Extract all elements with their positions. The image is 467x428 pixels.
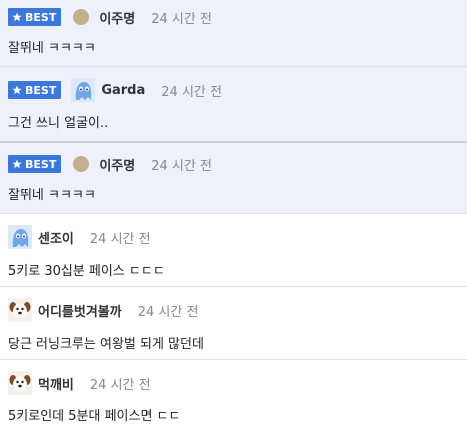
star-icon bbox=[12, 12, 22, 22]
ghost-avatar-icon[interactable] bbox=[8, 225, 32, 249]
comment: 센조이 24 시간 전 5키로 30십분 페이스 ㄷㄷㄷ bbox=[0, 214, 467, 286]
comment: 먹깨비 24 시간 전 5키로인데 5분대 페이스면 ㄷㄷ bbox=[0, 360, 467, 428]
best-badge: BEST bbox=[8, 81, 62, 99]
timestamp: 24 시간 전 bbox=[89, 377, 151, 393]
best-badge: BEST bbox=[8, 8, 62, 26]
comment-text: 잘뛰네 ㅋㅋㅋㅋ bbox=[8, 41, 96, 56]
nickname[interactable]: 이주명 bbox=[99, 155, 135, 174]
nickname[interactable]: 먹깨비 bbox=[38, 374, 74, 393]
avatar[interactable] bbox=[73, 9, 90, 25]
comment: 어디를벗겨볼까 24 시간 전 당근 러닝크루는 여왕벌 되게 많던데 bbox=[0, 287, 467, 359]
ghost-avatar-icon[interactable] bbox=[71, 78, 96, 102]
comment-text: 당근 러닝크루는 여왕벌 되게 많던데 bbox=[8, 337, 204, 352]
comment-text: 그건 쓰니 얼굴이.. bbox=[8, 116, 109, 131]
best-comment: BEST Garda 24 시간 전 그건 쓰니 얼굴이.. bbox=[0, 67, 467, 141]
nickname[interactable]: 이주명 bbox=[99, 8, 135, 27]
nickname[interactable]: Garda bbox=[101, 83, 145, 98]
nickname[interactable]: 센조이 bbox=[38, 228, 74, 247]
best-badge-label: BEST bbox=[25, 10, 57, 24]
comment-text: 잘뛰네 ㅋㅋㅋㅋ bbox=[8, 188, 96, 203]
best-badge: BEST bbox=[8, 155, 62, 173]
star-icon bbox=[12, 159, 22, 169]
best-badge-label: BEST bbox=[25, 157, 57, 171]
comment-text: 5키로 30십분 페이스 ㄷㄷㄷ bbox=[8, 264, 165, 279]
timestamp: 24 시간 전 bbox=[151, 158, 212, 174]
timestamp: 24 시간 전 bbox=[161, 84, 222, 100]
dog-avatar-icon[interactable] bbox=[8, 371, 32, 395]
timestamp: 24 시간 전 bbox=[137, 304, 199, 320]
avatar[interactable] bbox=[73, 156, 90, 172]
comment-text: 5키로인데 5분대 페이스면 ㄷㄷ bbox=[8, 409, 181, 424]
timestamp: 24 시간 전 bbox=[151, 11, 212, 27]
best-badge-label: BEST bbox=[25, 83, 57, 97]
best-comment: BEST 이주명 24 시간 전 잘뛰네 ㅋㅋㅋㅋ bbox=[0, 0, 467, 66]
best-comment: BEST 이주명 24 시간 전 잘뛰네 ㅋㅋㅋㅋ bbox=[0, 143, 467, 213]
nickname[interactable]: 어디를벗겨볼까 bbox=[38, 301, 122, 320]
timestamp: 24 시간 전 bbox=[89, 231, 151, 247]
dog-avatar-icon[interactable] bbox=[8, 298, 32, 322]
star-icon bbox=[12, 85, 22, 95]
